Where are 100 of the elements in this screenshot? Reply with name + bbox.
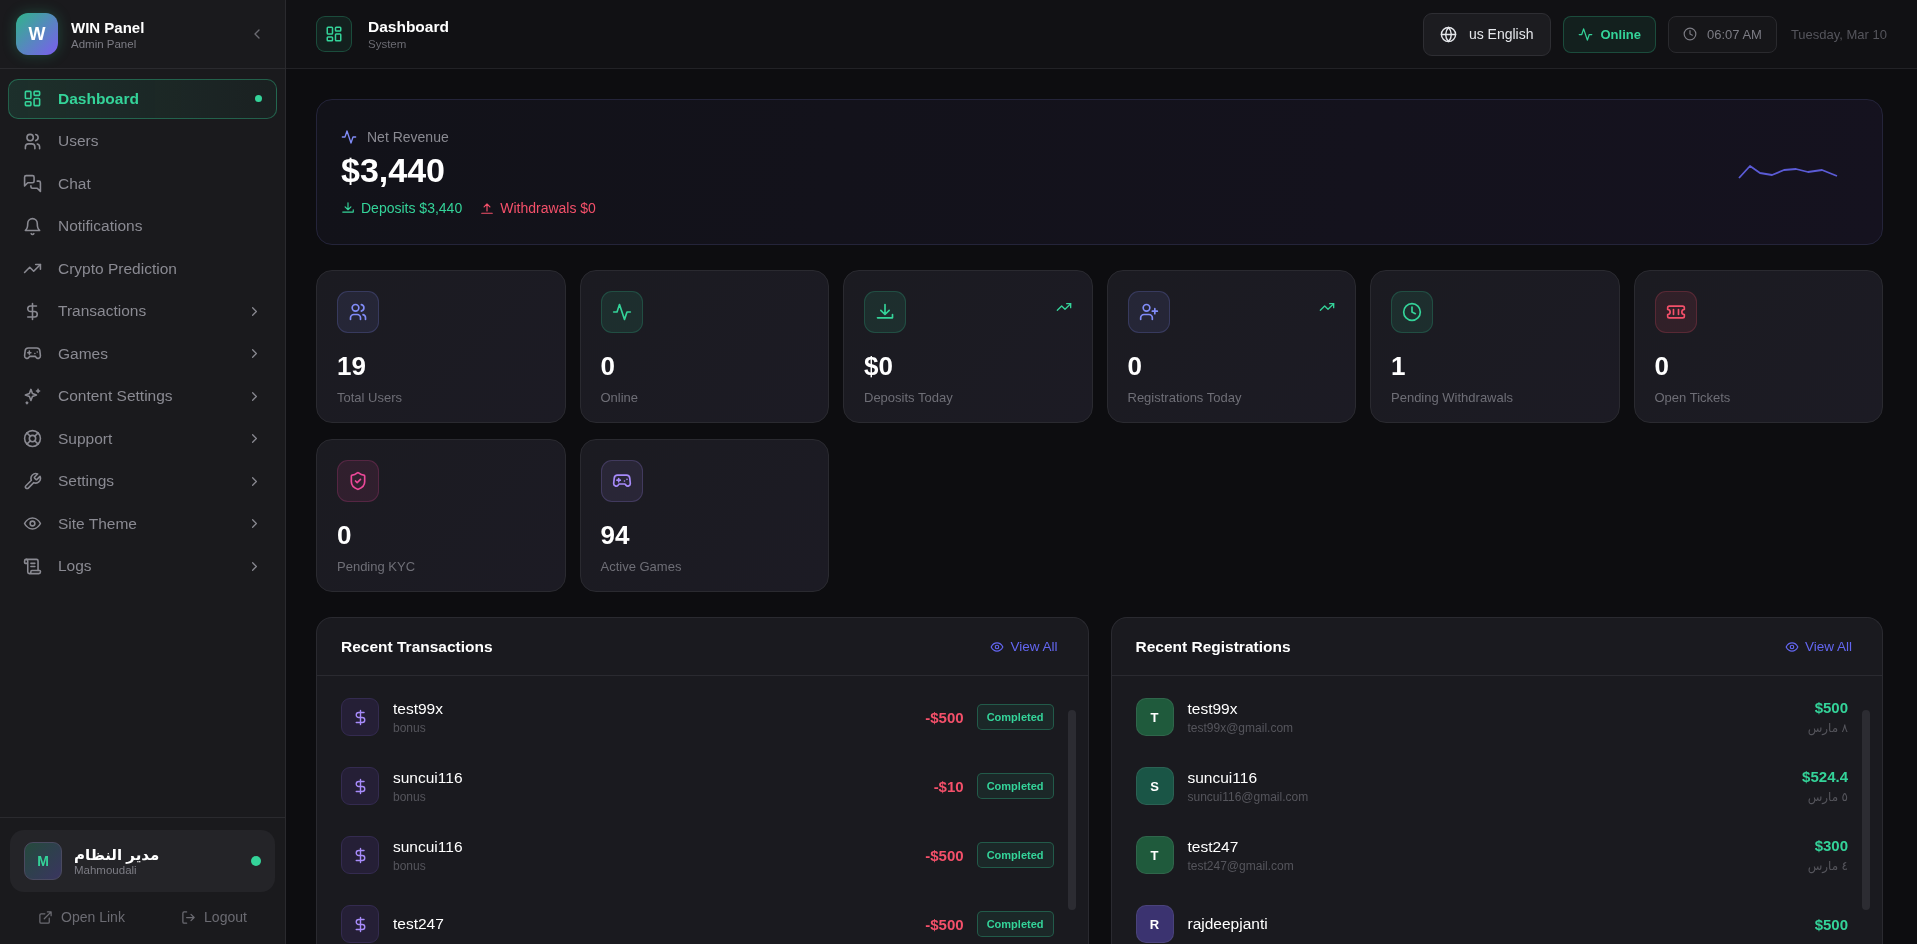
grid-icon	[325, 25, 343, 43]
withdrawals-text: Withdrawals $0	[500, 199, 596, 216]
transaction-amount: -$500	[925, 708, 964, 726]
transaction-user: suncui116	[393, 768, 463, 787]
stat-value: 0	[600, 351, 616, 382]
stat-label: Active Games	[600, 559, 683, 574]
transaction-user: test99x	[393, 699, 443, 718]
active-dot	[255, 95, 262, 103]
stat-label: Registrations Today	[1127, 390, 1243, 405]
bell-icon	[23, 216, 42, 236]
logout-button[interactable]: Logout	[175, 908, 253, 926]
nav-item[interactable]: Dashboard	[8, 79, 277, 119]
nav-item[interactable]: Site Theme	[8, 504, 277, 544]
revenue-value: $3,440	[341, 150, 446, 190]
nav-item[interactable]: Users	[8, 121, 277, 161]
stat-label: Total Users	[337, 390, 404, 405]
nav-item[interactable]: Settings	[8, 461, 277, 501]
user-avatar: S	[1135, 767, 1174, 805]
external-link-icon	[38, 909, 54, 925]
scroll-icon	[23, 556, 42, 576]
transaction-amount: -$500	[925, 915, 964, 933]
transaction-amount: -$10	[933, 777, 964, 795]
registration-amount: $524.4	[1802, 768, 1848, 785]
stat-value: 19	[337, 351, 367, 382]
transaction-type: bonus	[393, 858, 427, 873]
grid-icon	[23, 89, 42, 109]
registration-email: test99x@gmail.com	[1187, 720, 1294, 735]
nav-item[interactable]: Transactions	[8, 291, 277, 331]
revenue-label: Net Revenue	[367, 128, 449, 145]
view-all-link[interactable]: View All	[984, 638, 1064, 655]
registration-email: suncui116@gmail.com	[1187, 789, 1309, 804]
stat-label: Pending KYC	[337, 559, 417, 574]
stat-value: 94	[600, 520, 631, 551]
nav-item[interactable]: Support	[8, 419, 277, 459]
transaction-user: suncui116	[393, 837, 463, 856]
sparkles-icon	[23, 386, 42, 406]
registration-amount: $500	[1814, 699, 1848, 716]
nav-item[interactable]: Chat	[8, 164, 277, 204]
pulse-icon	[341, 128, 357, 145]
page-subtitle: System	[368, 38, 408, 50]
registration-amount: $500	[1814, 915, 1848, 933]
pulse-icon	[1577, 26, 1593, 42]
nav-item[interactable]: Content Settings	[8, 376, 277, 416]
transaction-type: bonus	[393, 720, 427, 735]
lifebuoy-icon	[23, 429, 42, 449]
user-avatar: T	[1135, 698, 1174, 736]
nav-item[interactable]: Crypto Prediction	[8, 249, 277, 289]
nav-item[interactable]: Notifications	[8, 206, 277, 246]
brand-subtitle: Admin Panel	[71, 37, 138, 50]
wrench-icon	[23, 471, 42, 491]
user-avatar: R	[1135, 905, 1174, 943]
eye-icon	[990, 639, 1005, 654]
view-all-link[interactable]: View All	[1778, 638, 1858, 655]
registration-amount: $300	[1814, 837, 1848, 854]
upload-icon	[480, 200, 495, 215]
stat-value: 1	[1391, 351, 1407, 382]
deposits-text: Deposits $3,440	[361, 199, 463, 216]
page-title: Dashboard	[368, 18, 449, 36]
user-avatar: T	[1135, 836, 1174, 874]
eye-icon	[1784, 639, 1799, 654]
language-button[interactable]: us English	[1422, 12, 1551, 56]
time-pill: 06:07 AM	[1667, 15, 1777, 53]
transaction-amount: -$500	[925, 846, 964, 864]
user-avatar: M	[24, 842, 62, 880]
registration-user: test99x	[1187, 699, 1239, 718]
logo: W	[16, 13, 58, 55]
stat-value: $0	[864, 351, 894, 382]
user-name: مدير النظام	[74, 846, 160, 864]
registration-date: ٨ مارس	[1807, 721, 1848, 735]
status-badge: Completed	[976, 704, 1054, 730]
stat-label: Open Tickets	[1654, 390, 1732, 405]
stat-value: 0	[1127, 351, 1143, 382]
panel-title: Recent Registrations	[1135, 637, 1291, 656]
registration-user: suncui116	[1187, 768, 1258, 787]
status-badge: Completed	[976, 842, 1054, 868]
open-link-button[interactable]: Open Link	[32, 908, 131, 926]
users-icon	[23, 131, 42, 151]
stat-value: 0	[1654, 351, 1670, 382]
date-text: Tuesday, Mar 10	[1790, 26, 1887, 42]
registration-date: ٥ مارس	[1807, 790, 1848, 804]
registration-user: test247	[1187, 837, 1240, 856]
user-handle: Mahmoudali	[74, 864, 138, 876]
registration-email: test247@gmail.com	[1187, 858, 1294, 873]
nav-item[interactable]: Games	[8, 334, 277, 374]
download-icon	[341, 200, 355, 215]
transaction-user: test247	[393, 915, 444, 933]
status-pill: Online	[1562, 15, 1656, 53]
stat-label: Pending Withdrawals	[1391, 390, 1515, 405]
clock-icon	[1682, 27, 1697, 41]
transaction-type: bonus	[393, 789, 427, 804]
logout-icon	[181, 909, 197, 925]
globe-icon	[1439, 25, 1457, 43]
stat-value: 0	[337, 520, 353, 551]
stat-label: Deposits Today	[864, 390, 954, 405]
status-badge: Completed	[976, 911, 1054, 937]
registration-user: rajdeepjanti	[1187, 915, 1268, 933]
panel-title: Recent Transactions	[341, 637, 493, 656]
nav-item[interactable]: Logs	[8, 546, 277, 586]
status-badge: Completed	[976, 773, 1054, 799]
brand-title: WIN Panel	[71, 18, 145, 36]
